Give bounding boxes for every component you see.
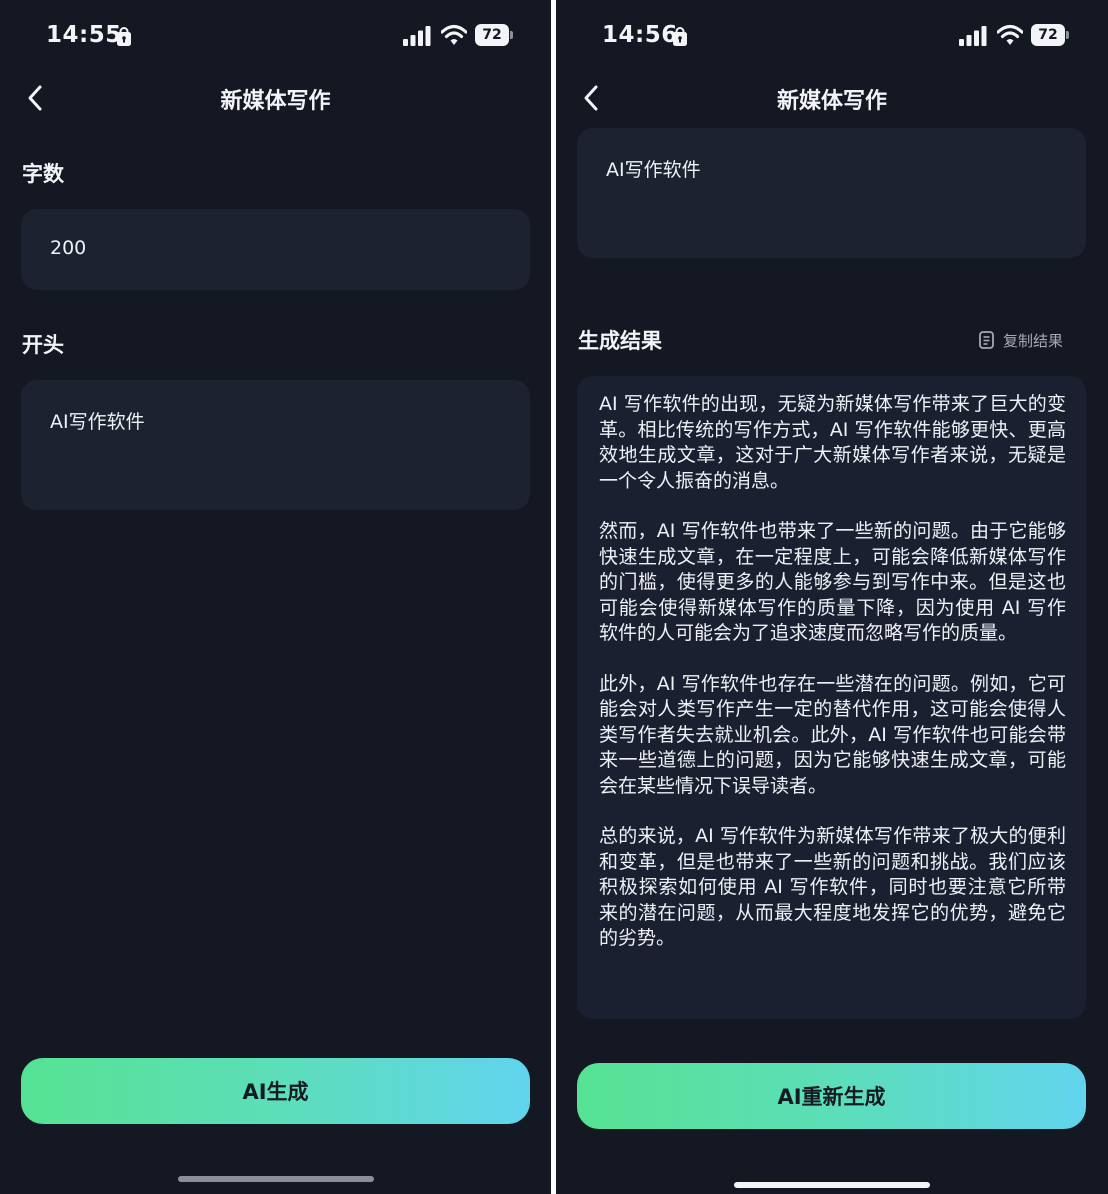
copy-result-label: 复制结果 [1003,331,1064,350]
opening-value: AI写作软件 [606,159,701,181]
status-time: 14:56 [602,22,678,48]
word-count-value: 200 [50,237,87,259]
battery-icon: 72 [1031,24,1071,46]
result-paragraph: 总的来说，AI 写作软件为新媒体写作带来了极大的便利和变革，但是也带来了一些新的… [599,825,1066,949]
result-text-card: AI 写作软件的出现，无疑为新媒体写作带来了巨大的变革。相比传统的写作方式，AI… [577,376,1086,1019]
opening-input[interactable]: AI写作软件 [577,128,1086,258]
copy-result-button[interactable]: 复制结果 [977,328,1063,352]
result-paragraph: 然而，AI 写作软件也带来了一些新的问题。由于它能够快速生成文章，在一定程度上，… [599,520,1066,644]
lock-icon [673,27,687,46]
ai-regenerate-button[interactable]: AI重新生成 [577,1063,1086,1129]
page-title: 新媒体写作 [776,89,887,114]
word-count-input[interactable]: 200 [21,209,530,290]
opening-label: 开头 [22,333,64,357]
screen-result: 14:56 72 新媒体写作 AI写作软件 生成结果 复制结果 AI 写作软件的… [556,0,1108,1194]
signal-icon [959,26,987,46]
home-indicator [734,1182,930,1188]
nav-bar: 新媒体写作 [556,75,1108,121]
battery-level: 72 [482,27,502,43]
lock-icon [117,27,131,46]
word-count-label: 字数 [22,162,64,186]
opening-value: AI写作软件 [50,411,145,433]
status-bar: 14:56 72 [556,18,1108,58]
result-paragraph: AI 写作软件的出现，无疑为新媒体写作带来了巨大的变革。相比传统的写作方式，AI… [599,393,1066,492]
ai-generate-button[interactable]: AI生成 [21,1058,530,1124]
battery-icon: 72 [475,24,515,46]
battery-level: 72 [1038,27,1058,43]
copy-icon [979,331,994,349]
page-title: 新媒体写作 [220,89,331,114]
status-time: 14:55 [46,22,122,48]
opening-input[interactable]: AI写作软件 [21,380,530,510]
signal-icon [403,26,431,46]
screen-input: 14:55 72 新媒体写作 字数 200 开头 AI写作软件 AI生成 [0,0,551,1194]
wifi-icon [441,24,467,45]
result-paragraph: 此外，AI 写作软件也存在一些潜在的问题。例如，它可能会对人类写作产生一定的替代… [599,672,1066,797]
home-indicator [178,1176,374,1182]
status-bar: 14:55 72 [0,18,551,58]
wifi-icon [997,24,1023,45]
result-label: 生成结果 [578,329,662,353]
nav-bar: 新媒体写作 [0,75,551,121]
